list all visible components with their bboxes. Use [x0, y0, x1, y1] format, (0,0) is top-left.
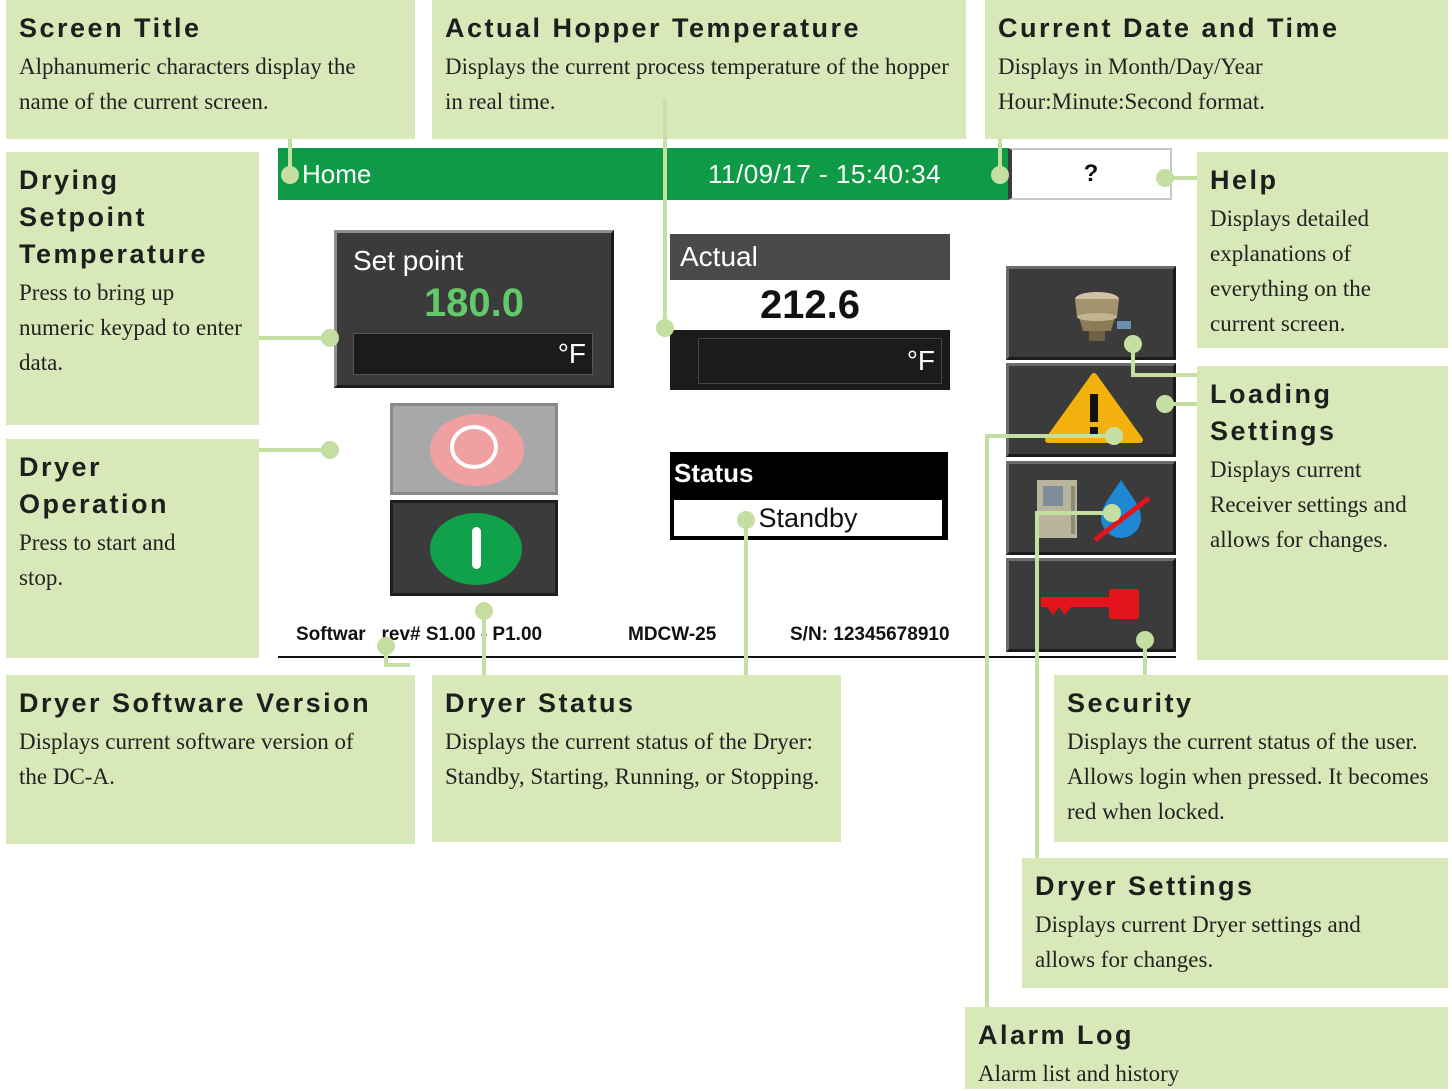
callout-text: Displays current Receiver settings and a…: [1210, 457, 1407, 552]
actual-temperature-display: Actual 212.6 °F: [670, 234, 950, 390]
start-bar-icon: [472, 527, 481, 569]
actual-header: Actual: [670, 234, 950, 280]
callout-heading: Dryer Status: [445, 688, 636, 718]
dryer-settings-icon: [1037, 480, 1151, 542]
dryer-status-display: Status Standby: [670, 452, 948, 540]
callout-dryer-status: Dryer Status Displays the current status…: [432, 675, 841, 842]
callout-text: Press to start and stop.: [19, 530, 176, 590]
screen-title: Home: [302, 159, 372, 189]
callout-heading: Current Date and Time: [998, 13, 1340, 43]
actual-unit: °F: [906, 345, 935, 376]
status-value: Standby: [674, 500, 942, 536]
setpoint-unit-box: °F: [353, 333, 593, 375]
callout-heading: Security: [1067, 688, 1194, 718]
help-button[interactable]: ?: [1008, 148, 1172, 200]
alarm-log-button[interactable]: [1006, 363, 1176, 457]
callout-setpoint-temperature: Drying Setpoint Temperature Press to bri…: [6, 152, 259, 425]
loading-settings-button[interactable]: [1006, 266, 1176, 360]
current-date-time: 11/09/17 - 15:40:34: [708, 159, 942, 189]
callout-text: Displays the current status of the Dryer…: [445, 729, 820, 789]
callout-text: Displays current software version of the…: [19, 729, 354, 789]
actual-label: Actual: [680, 241, 758, 272]
title-bar: Home 11/09/17 - 15:40:34: [278, 148, 1008, 200]
callout-heading: Dryer Software Version: [19, 688, 372, 718]
warning-icon: [1045, 373, 1143, 443]
callout-heading: Drying Setpoint Temperature: [19, 165, 209, 269]
callout-heading: Help: [1210, 165, 1279, 195]
callout-text: Displays current Dryer settings and allo…: [1035, 912, 1361, 972]
footer-divider: [278, 656, 1176, 658]
callout-text: Displays in Month/Day/Year Hour:Minute:S…: [998, 54, 1266, 114]
callout-text: Displays detailed explanations of everyt…: [1210, 206, 1371, 336]
callout-text: Alphanumeric characters display the name…: [19, 54, 356, 114]
start-button[interactable]: [390, 500, 558, 596]
actual-value: 212.6: [670, 280, 950, 330]
callout-heading: Actual Hopper Temperature: [445, 13, 862, 43]
model-number: MDCW-25: [628, 624, 717, 645]
callout-heading: Dryer Settings: [1035, 871, 1255, 901]
callout-text: Displays the current process temperature…: [445, 54, 949, 114]
callout-dryer-operation: Dryer Operation Press to start and stop.: [6, 439, 259, 658]
hopper-icon: [1075, 292, 1131, 341]
dryer-settings-button[interactable]: [1006, 461, 1176, 555]
callout-security: Security Displays the current status of …: [1054, 675, 1448, 842]
callout-heading: Loading Settings: [1210, 379, 1337, 446]
callout-heading: Alarm Log: [978, 1020, 1135, 1050]
setpoint-unit: °F: [557, 338, 586, 369]
callout-dryer-settings: Dryer Settings Displays current Dryer se…: [1022, 858, 1448, 988]
security-button[interactable]: [1006, 558, 1176, 652]
software-version: Softwar rev# S1.00 - P1.00: [296, 624, 543, 645]
help-label: ?: [1083, 160, 1099, 187]
stop-button[interactable]: [390, 403, 558, 495]
callout-text: Press to bring up numeric keypad to ente…: [19, 280, 242, 375]
callout-actual-temperature: Actual Hopper Temperature Displays the c…: [432, 0, 966, 139]
callout-date-time: Current Date and Time Displays in Month/…: [985, 0, 1448, 139]
callout-alarm-log: Alarm Log Alarm list and history: [965, 1007, 1448, 1089]
callout-help: Help Displays detailed explanations of e…: [1197, 152, 1448, 348]
callout-loading-settings: Loading Settings Displays current Receiv…: [1197, 366, 1448, 660]
callout-heading: Dryer Operation: [19, 452, 170, 519]
setpoint-button[interactable]: Set point 180.0 °F: [334, 230, 614, 388]
status-label: Status: [674, 458, 754, 488]
key-icon: [1041, 589, 1139, 619]
actual-unit-box: °F: [698, 338, 942, 384]
setpoint-value: 180.0: [423, 281, 525, 325]
setpoint-label: Set point: [353, 245, 464, 276]
hmi-home-screen: Home 11/09/17 - 15:40:34 ? Set point 180…: [278, 148, 1176, 658]
callout-software-version: Dryer Software Version Displays current …: [6, 675, 415, 844]
stop-ring-icon: [450, 425, 498, 469]
callout-text: Alarm list and history: [978, 1061, 1180, 1086]
serial-number: S/N: 12345678910: [790, 624, 950, 645]
callout-heading: Screen Title: [19, 13, 202, 43]
callout-screen-title: Screen Title Alphanumeric characters dis…: [6, 0, 415, 139]
callout-text: Displays the current status of the user.…: [1067, 729, 1429, 824]
